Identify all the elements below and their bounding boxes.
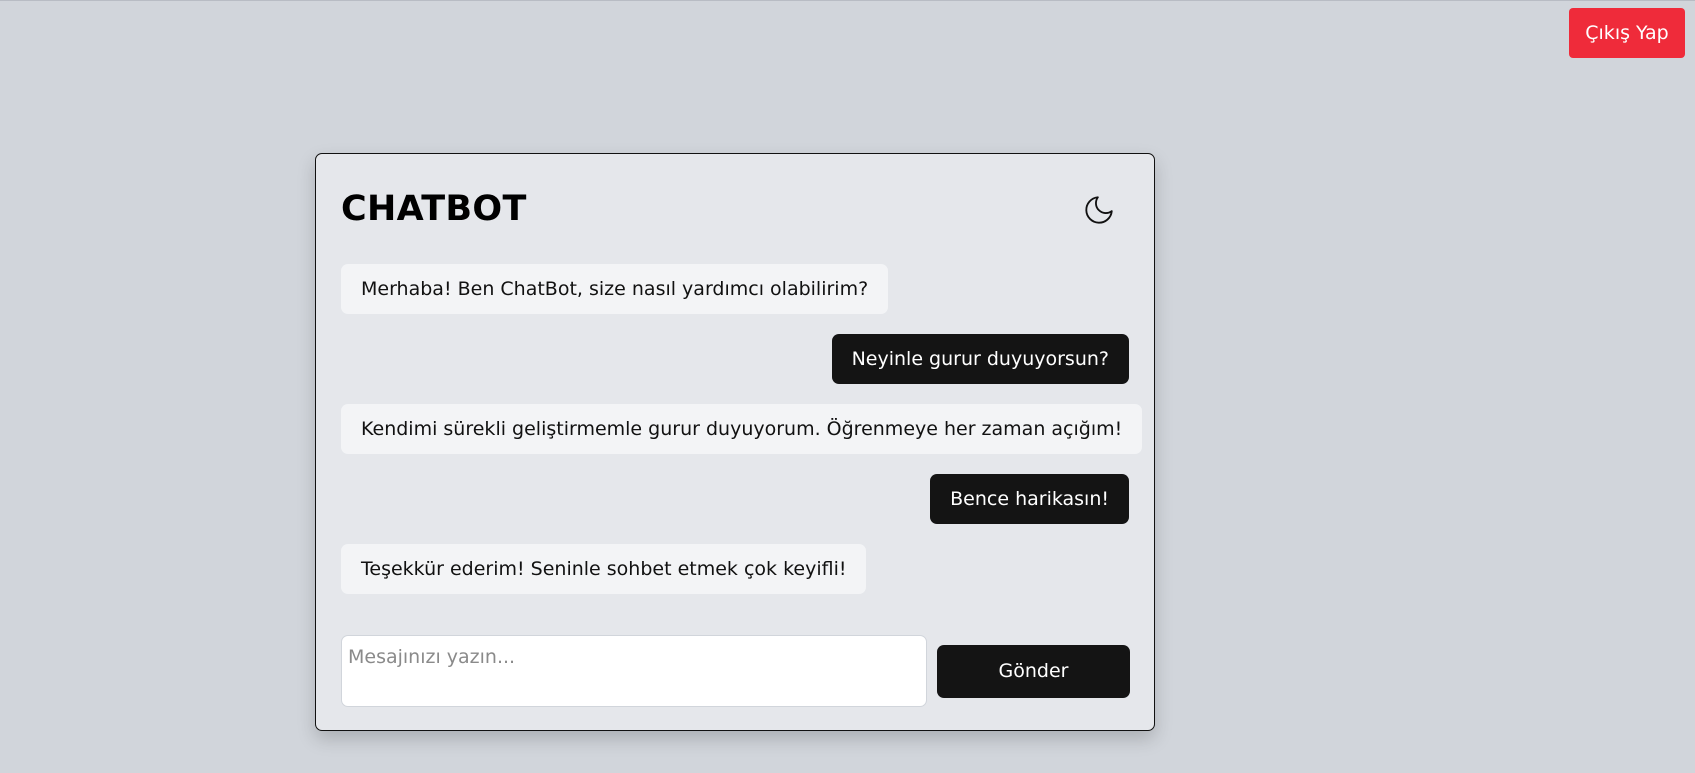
message-row-bot: Kendimi sürekli geliştirmemle gurur duyu…	[341, 404, 1143, 454]
theme-toggle-button[interactable]	[1079, 192, 1119, 232]
message-row-bot: Merhaba! Ben ChatBot, size nasıl yardımc…	[341, 264, 1129, 314]
user-message: Neyinle gurur duyuyorsun?	[831, 334, 1129, 384]
message-row-user: Bence harikasın!	[341, 474, 1129, 524]
logout-button[interactable]: Çıkış Yap	[1569, 8, 1685, 58]
message-list: Merhaba! Ben ChatBot, size nasıl yardımc…	[341, 264, 1143, 614]
moon-icon	[1082, 193, 1116, 231]
bot-message: Merhaba! Ben ChatBot, size nasıl yardımc…	[341, 264, 889, 314]
bot-message: Kendimi sürekli geliştirmemle gurur duyu…	[341, 404, 1143, 454]
chat-title: CHATBOT	[341, 189, 527, 229]
send-button[interactable]: Gönder	[937, 644, 1130, 698]
user-message: Bence harikasın!	[930, 474, 1129, 524]
message-row-bot: Teşekkür ederim! Seninle sohbet etmek ço…	[341, 544, 1129, 594]
chat-card: CHATBOT Merhaba! Ben ChatBot, size nasıl…	[315, 153, 1155, 731]
message-row-user: Neyinle gurur duyuyorsun?	[341, 334, 1129, 384]
bot-message: Teşekkür ederim! Seninle sohbet etmek ço…	[341, 544, 867, 594]
message-composer: Gönder	[341, 635, 1130, 707]
message-input[interactable]	[341, 635, 927, 707]
